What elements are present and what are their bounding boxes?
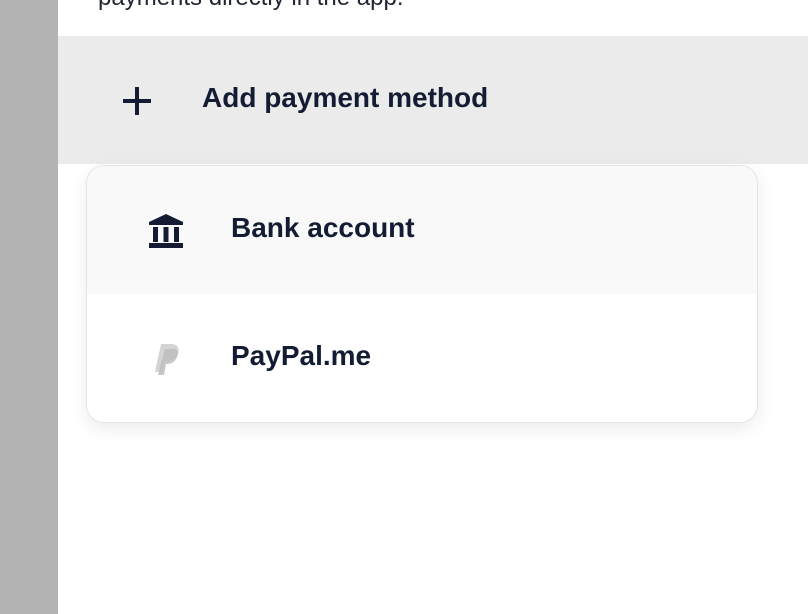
- menu-item-label: PayPal.me: [231, 340, 372, 371]
- bank-icon: [149, 214, 183, 248]
- menu-item-label: Bank account: [231, 212, 415, 243]
- side-overlay: [0, 0, 58, 614]
- add-payment-method-button[interactable]: Add payment method: [58, 36, 808, 164]
- description-text: payments directly in the app.: [98, 0, 404, 12]
- menu-item-bank-account[interactable]: Bank account: [87, 166, 757, 294]
- add-payment-method-label: Add payment method: [202, 82, 489, 113]
- paypal-icon: [155, 344, 179, 375]
- payment-methods-panel: payments directly in the app. Add paymen…: [58, 0, 808, 614]
- menu-item-paypal-me[interactable]: PayPal.me: [87, 294, 757, 422]
- plus-icon: [123, 87, 151, 115]
- payment-method-menu: Bank account PayPal.me: [86, 165, 758, 423]
